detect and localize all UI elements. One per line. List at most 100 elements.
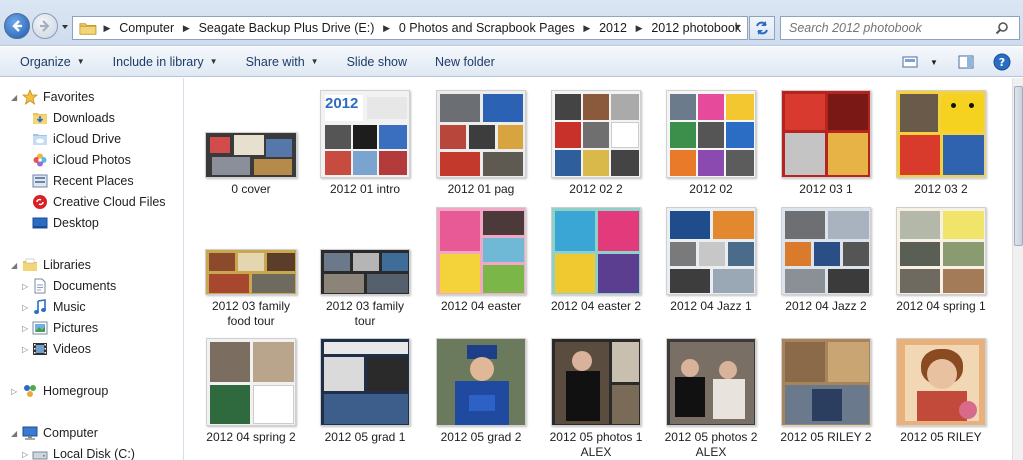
file-tile[interactable]: 2012 04 spring 2 [189, 336, 313, 445]
share-with-label: Share with [245, 54, 305, 69]
pictures-icon [32, 321, 48, 335]
refresh-button[interactable] [749, 16, 775, 40]
expander-icon[interactable]: ▷ [22, 303, 30, 312]
breadcrumb-2012[interactable]: 2012 [593, 21, 633, 35]
view-options-dropdown[interactable]: ▼ [925, 51, 943, 73]
new-folder-button[interactable]: New folder [417, 55, 505, 69]
scrollbar-thumb[interactable] [1014, 86, 1023, 246]
expander-icon[interactable]: ◢ [11, 261, 19, 270]
expander-icon[interactable]: ▷ [22, 345, 30, 354]
file-name: 2012 04 easter 2 [550, 299, 642, 313]
slide-show-button[interactable]: Slide show [329, 55, 417, 69]
breadcrumb-separator-icon[interactable]: ▶ [581, 17, 593, 39]
expander-icon[interactable]: ◢ [11, 93, 19, 102]
file-tile[interactable]: 2012 04 Jazz 2 [764, 205, 888, 314]
breadcrumb-separator-icon[interactable]: ▶ [380, 17, 392, 39]
file-tile[interactable]: 2012 04 Jazz 1 [649, 205, 773, 314]
file-tile[interactable]: 2012 04 spring 1 [879, 205, 1003, 314]
address-dropdown-icon[interactable]: ▼ [733, 22, 743, 34]
expander-icon[interactable]: ▷ [22, 324, 30, 333]
breadcrumb-separator-icon[interactable]: ▶ [101, 17, 113, 39]
refresh-icon [756, 21, 768, 35]
preview-pane-button[interactable] [951, 51, 981, 73]
expander-icon[interactable]: ▷ [22, 282, 30, 291]
file-name: 2012 05 grad 2 [440, 430, 522, 444]
icloud-photos-icon [33, 153, 47, 167]
file-tile[interactable]: 2012 05 RILEY [879, 336, 1003, 445]
image-thumbnail [551, 90, 641, 178]
share-with-button[interactable]: Share with ▼ [228, 55, 329, 69]
nav-desktop[interactable]: Desktop [32, 215, 99, 231]
file-tile[interactable]: 2012 05 grad 2 [419, 336, 543, 445]
file-tile[interactable]: 2012 02 [649, 88, 773, 197]
view-icon [902, 56, 918, 68]
folder-icon [79, 23, 97, 35]
search-icon[interactable] [995, 21, 1009, 35]
change-view-button[interactable] [895, 51, 925, 73]
expander-icon[interactable]: ▷ [11, 387, 19, 396]
nav-libraries[interactable]: Libraries [22, 257, 91, 273]
breadcrumb-separator-icon[interactable]: ▶ [180, 17, 192, 39]
file-tile[interactable]: 2012 05 grad 1 [303, 336, 427, 445]
file-tile[interactable]: 2012 05 RILEY 2 [764, 336, 888, 445]
nav-music[interactable]: Music [32, 299, 86, 315]
nav-icloud-drive[interactable]: iCloud Drive [32, 131, 121, 147]
file-tile[interactable]: 2012 02 2 [534, 88, 658, 197]
nav-local-disk[interactable]: Local Disk (C:) [32, 446, 135, 460]
search-input[interactable] [781, 21, 993, 35]
chevron-down-icon: ▼ [76, 57, 85, 66]
nav-pictures[interactable]: Pictures [32, 320, 98, 336]
breadcrumb-2012-photobook[interactable]: 2012 photobook [645, 21, 747, 35]
address-bar[interactable]: ▶ Computer ▶ Seagate Backup Plus Drive (… [72, 16, 748, 40]
file-tile[interactable]: 2012 04 easter [419, 205, 543, 314]
expander-icon[interactable]: ◢ [11, 429, 19, 438]
nav-creative-cloud[interactable]: Creative Cloud Files [32, 194, 166, 210]
nav-recent-places[interactable]: Recent Places [32, 173, 134, 189]
help-button[interactable]: ? [987, 51, 1017, 73]
breadcrumb-drive[interactable]: Seagate Backup Plus Drive (E:) [193, 21, 381, 35]
nav-documents[interactable]: Documents [32, 278, 116, 294]
file-tile[interactable]: 2012 01 pag [419, 88, 543, 197]
nav-icloud-photos-label: iCloud Photos [53, 153, 131, 167]
breadcrumb-separator-icon[interactable]: ▶ [633, 17, 645, 39]
file-tile[interactable]: 2012 03 2 [879, 88, 1003, 197]
nav-homegroup-label: Homegroup [43, 384, 109, 398]
nav-icloud-photos[interactable]: iCloud Photos [32, 152, 131, 168]
nav-homegroup[interactable]: Homegroup [22, 383, 108, 399]
forward-button[interactable] [32, 13, 58, 39]
file-tile[interactable]: 2012 2012 01 intro [303, 88, 427, 197]
search-box[interactable] [780, 16, 1020, 40]
drive-icon [32, 451, 48, 460]
downloads-folder-icon [33, 113, 47, 124]
help-icon: ? [993, 53, 1011, 71]
file-name: 2012 05 RILEY 2 [780, 430, 872, 444]
breadcrumb-photos-folder[interactable]: 0 Photos and Scrapbook Pages [393, 21, 581, 35]
file-tile[interactable]: 2012 05 photos 2 ALEX [649, 336, 773, 460]
image-thumbnail [666, 90, 756, 178]
nav-downloads[interactable]: Downloads [32, 110, 115, 126]
file-tile[interactable]: 0 cover [189, 88, 313, 197]
back-button[interactable] [4, 13, 30, 39]
address-area: ▶ Computer ▶ Seagate Backup Plus Drive (… [0, 0, 1023, 46]
organize-button[interactable]: Organize ▼ [0, 55, 95, 69]
include-in-library-button[interactable]: Include in library ▼ [95, 55, 228, 69]
file-name: 2012 04 Jazz 1 [670, 299, 752, 313]
new-folder-label: New folder [435, 54, 495, 69]
nav-videos[interactable]: Videos [32, 341, 91, 357]
file-tile[interactable]: 2012 03 family tour [303, 205, 427, 329]
file-tile[interactable]: 2012 04 easter 2 [534, 205, 658, 314]
file-tile[interactable]: 2012 03 1 [764, 88, 888, 197]
image-thumbnail [551, 207, 641, 295]
nav-favorites[interactable]: Favorites [22, 89, 94, 105]
nav-computer[interactable]: Computer [22, 425, 98, 441]
command-bar: Organize ▼ Include in library ▼ Share with… [0, 47, 1023, 77]
expander-icon[interactable]: ▷ [22, 450, 30, 459]
file-tile[interactable]: 2012 03 family food tour [189, 205, 313, 329]
nav-libraries-label: Libraries [43, 258, 91, 272]
vertical-scrollbar[interactable] [1012, 78, 1023, 460]
breadcrumb-computer[interactable]: Computer [113, 21, 180, 35]
file-tile[interactable]: 2012 05 photos 1 ALEX [534, 336, 658, 460]
documents-icon [34, 278, 46, 294]
recent-pages-dropdown-icon[interactable] [60, 22, 70, 32]
image-thumbnail [436, 207, 526, 295]
